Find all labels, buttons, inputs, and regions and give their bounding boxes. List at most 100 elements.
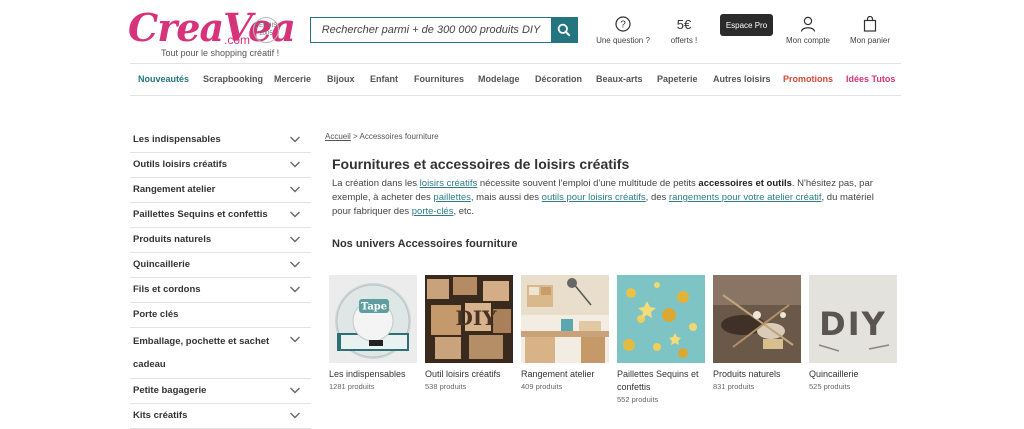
category-image-natural[interactable]	[713, 275, 801, 363]
sidebar-item-produits-naturels[interactable]: Produits naturels	[130, 228, 311, 253]
cart-link[interactable]: Mon panier	[848, 14, 892, 45]
search-button[interactable]	[551, 18, 577, 42]
nav-item-enfant[interactable]: Enfant	[370, 74, 398, 84]
category-card-rangement[interactable]: Rangement atelier 409 produits	[521, 275, 609, 391]
link-rangements[interactable]: rangements pour votre atelier créatif	[669, 192, 822, 203]
chevron-down-icon[interactable]	[289, 384, 301, 396]
category-card-quincaillerie[interactable]: DIY Quincaillerie 525 produits	[809, 275, 897, 391]
nav-item-idees-tutos[interactable]: Idées Tutos	[846, 74, 895, 84]
nav-item-papeterie[interactable]: Papeterie	[657, 74, 698, 84]
nav-item-scrapbooking[interactable]: Scrapbooking	[203, 74, 263, 84]
offers-label: offerts !	[670, 36, 698, 45]
sidebar-item-petite-bagagerie[interactable]: Petite bagagerie	[130, 379, 311, 404]
logo-tagline: Tout pour le shopping créatif !	[161, 48, 280, 58]
category-name[interactable]: Outil loisirs créatifs	[425, 368, 513, 381]
intro-bold-text: accessoires et outils	[698, 178, 792, 189]
tape-label-text: Tape	[361, 302, 387, 313]
sidebar-item-label: Outils loisirs créatifs	[133, 159, 227, 170]
chevron-down-icon[interactable]	[289, 333, 301, 345]
category-image-sequins[interactable]	[617, 275, 705, 363]
product-count: 525 produits	[809, 382, 851, 391]
category-name[interactable]: Les indispensables	[329, 368, 417, 381]
main-navigation: Nouveautés Scrapbooking Mercerie Bijoux …	[130, 63, 901, 96]
category-card-produits-naturels[interactable]: Produits naturels 831 produits	[713, 275, 801, 391]
link-outils[interactable]: outils pour loisirs créatifs	[542, 192, 646, 203]
account-link[interactable]: Mon compte	[784, 14, 832, 45]
category-card-outils[interactable]: DIY Outil loisirs créatifs 538 produits	[425, 275, 513, 391]
sidebar-item-fils-cordons[interactable]: Fils et cordons	[130, 278, 311, 303]
nav-item-mercerie[interactable]: Mercerie	[274, 74, 311, 84]
help-link[interactable]: ? Une question ?	[596, 14, 650, 45]
sidebar-item-emballage[interactable]: Emballage, pochette et sachet cadeau	[130, 328, 311, 379]
intro-text: , etc.	[453, 206, 475, 217]
sidebar-item-label: Petite bagagerie	[133, 385, 207, 396]
sidebar-item-label: Emballage, pochette et sachet cadeau	[133, 336, 270, 370]
sidebar-item-label: Porte clés	[133, 309, 179, 320]
stamp-text: DIY	[456, 306, 498, 330]
category-name[interactable]: Paillettes Sequins et confettis	[617, 368, 705, 394]
creavea-logo[interactable]: CreaVea .com DEPUIS 2005 Tout pour le sh…	[128, 6, 296, 59]
sidebar-item-quincaillerie[interactable]: Quincaillerie	[130, 253, 311, 278]
sidebar-item-label: Quincaillerie	[133, 259, 191, 270]
category-name[interactable]: Produits naturels	[713, 368, 801, 381]
category-card-paillettes[interactable]: Paillettes Sequins et confettis 552 prod…	[617, 275, 705, 404]
chevron-down-icon[interactable]	[289, 233, 301, 245]
nav-item-decoration[interactable]: Décoration	[535, 74, 582, 84]
offers-link[interactable]: 5€ offerts !	[664, 14, 704, 46]
shopping-bag-icon	[863, 16, 877, 32]
category-image-nails[interactable]: DIY	[809, 275, 897, 363]
link-loisirs-creatifs[interactable]: loisirs créatifs	[420, 178, 478, 189]
nail-art-text: DIY	[819, 305, 887, 343]
category-card-indispensables[interactable]: Tape Les indispensables 1281 produits	[329, 275, 417, 391]
chevron-down-icon[interactable]	[289, 409, 301, 421]
category-image-stamps[interactable]: DIY	[425, 275, 513, 363]
category-image-tape[interactable]: Tape	[329, 275, 417, 363]
nav-item-modelage[interactable]: Modelage	[478, 74, 520, 84]
nav-item-autres-loisirs[interactable]: Autres loisirs	[713, 74, 771, 84]
category-name[interactable]: Rangement atelier	[521, 368, 609, 381]
sidebar-item-label: Produits naturels	[133, 234, 212, 245]
category-name[interactable]: Quincaillerie	[809, 368, 897, 381]
page-title: Fournitures et accessoires de loisirs cr…	[332, 156, 630, 172]
logo-since-badge: DEPUIS 2005	[253, 17, 279, 43]
sidebar-item-paillettes[interactable]: Paillettes Sequins et confettis	[130, 203, 311, 228]
sidebar-item-label: Les indispensables	[133, 134, 221, 145]
sidebar-item-porte-cles[interactable]: Porte clés	[130, 303, 311, 328]
chevron-down-icon[interactable]	[289, 183, 301, 195]
sidebar-item-outils[interactable]: Outils loisirs créatifs	[130, 153, 311, 178]
chevron-down-icon[interactable]	[289, 208, 301, 220]
euro-offer-icon: 5€	[676, 16, 692, 32]
nav-item-nouveautes[interactable]: Nouveautés	[138, 74, 189, 84]
sidebar-item-label: Kits créatifs	[133, 410, 188, 421]
chevron-down-icon[interactable]	[289, 283, 301, 295]
sidebar-item-label: Paillettes Sequins et confettis	[133, 209, 268, 220]
search-icon	[557, 23, 571, 37]
sidebar-item-label: Rangement atelier	[133, 184, 216, 195]
product-count: 831 produits	[713, 382, 755, 391]
help-label: Une question ?	[596, 36, 650, 45]
sidebar-item-rangement[interactable]: Rangement atelier	[130, 178, 311, 203]
breadcrumb-home-link[interactable]: Accueil	[325, 132, 351, 141]
category-image-desk[interactable]	[521, 275, 609, 363]
pro-space-button[interactable]: Espace Pro	[720, 14, 773, 36]
chevron-down-icon[interactable]	[289, 258, 301, 270]
link-porte-cles[interactable]: porte-clés	[412, 206, 454, 217]
account-label: Mon compte	[785, 36, 831, 45]
sidebar-item-kits-creatifs[interactable]: Kits créatifs	[130, 404, 311, 429]
search-input[interactable]	[311, 18, 551, 42]
chevron-down-icon[interactable]	[289, 158, 301, 170]
product-count: 409 produits	[521, 382, 563, 391]
nav-item-promotions[interactable]: Promotions	[783, 74, 833, 84]
search-bar	[310, 17, 578, 43]
link-paillettes[interactable]: paillettes	[433, 192, 471, 203]
header: CreaVea .com DEPUIS 2005 Tout pour le sh…	[0, 0, 1024, 62]
intro-text: La création dans les	[332, 178, 420, 189]
nav-item-bijoux[interactable]: Bijoux	[327, 74, 355, 84]
sidebar-item-indispensables[interactable]: Les indispensables	[130, 128, 311, 153]
nav-item-fournitures[interactable]: Fournitures	[414, 74, 464, 84]
nav-item-beaux-arts[interactable]: Beaux-arts	[596, 74, 643, 84]
intro-text: , des	[645, 192, 669, 203]
chevron-down-icon[interactable]	[289, 133, 301, 145]
intro-paragraph: La création dans les loisirs créatifs né…	[332, 177, 892, 219]
product-count: 1281 produits	[329, 382, 375, 391]
